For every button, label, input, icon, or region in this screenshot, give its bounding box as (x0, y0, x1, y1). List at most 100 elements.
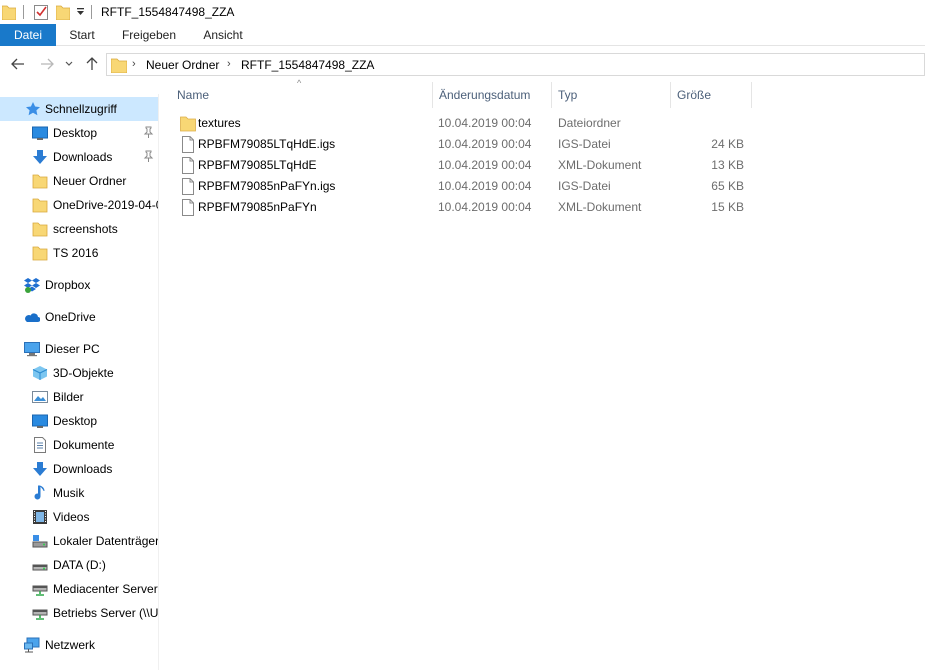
pin-icon[interactable] (142, 126, 154, 138)
sidebar-item-label: Betriebs Server (\\U (53, 606, 158, 620)
properties-icon[interactable] (34, 4, 48, 23)
list-item[interactable]: textures 10.04.2019 00:04 Dateiordner (159, 113, 759, 134)
network-drive-icon (32, 585, 48, 596)
star-icon (26, 102, 40, 116)
file-type: XML-Dokument (558, 200, 642, 214)
forward-button[interactable] (37, 54, 57, 74)
chevron-down-icon (65, 61, 73, 66)
sidebar-item-label: Lokaler Datenträger (53, 534, 158, 548)
network-icon (24, 637, 40, 653)
sidebar-item-downloads-pc[interactable]: Downloads (0, 457, 158, 481)
breadcrumb-neuer-ordner[interactable]: Neuer Ordner (146, 58, 219, 72)
toolbar-separator (91, 5, 92, 19)
sidebar-item-label: Schnellzugriff (45, 102, 117, 116)
sidebar-item-dropbox[interactable]: Dropbox (0, 273, 158, 297)
file-name: RPBFM79085LTqHdE.igs (198, 137, 336, 151)
file-type: Dateiordner (558, 116, 621, 130)
video-icon (33, 510, 47, 524)
navigation-pane: Schnellzugriff Desktop Downloads Neuer O… (0, 94, 158, 670)
back-button[interactable] (8, 54, 28, 74)
sidebar-item-desktop-pc[interactable]: Desktop (0, 409, 158, 433)
up-button[interactable] (82, 54, 102, 74)
file-icon (182, 199, 194, 216)
sidebar-item-label: TS 2016 (53, 246, 99, 260)
column-header-type[interactable]: Typ (552, 80, 670, 110)
sidebar-item-ts-2016[interactable]: TS 2016 (0, 241, 158, 265)
address-bar[interactable]: › Neuer Ordner › RFTF_1554847498_ZZA (106, 53, 925, 76)
tab-datei[interactable]: Datei (0, 24, 56, 46)
sidebar-item-netzwerk[interactable]: Netzwerk (0, 633, 158, 657)
sidebar-item-videos[interactable]: Videos (0, 505, 158, 529)
cube-icon (32, 366, 48, 380)
file-name: RPBFM79085nPaFYn (198, 200, 317, 214)
file-size: 13 KB (711, 158, 744, 172)
tab-freigeben[interactable]: Freigeben (116, 24, 182, 46)
sidebar-item-label: 3D-Objekte (53, 366, 114, 380)
breadcrumb-chevron-icon: › (132, 58, 136, 70)
recent-locations-button[interactable] (62, 54, 76, 74)
pictures-icon (32, 391, 48, 403)
sidebar-item-onedrive[interactable]: OneDrive (0, 305, 158, 329)
column-header-date[interactable]: Änderungsdatum (433, 80, 551, 110)
sidebar-item-musik[interactable]: Musik (0, 481, 158, 505)
file-name: RPBFM79085LTqHdE (198, 158, 317, 172)
sidebar-item-lokaler-datentraeger[interactable]: Lokaler Datenträger (0, 529, 158, 553)
toolbar-separator (23, 5, 24, 19)
list-item[interactable]: RPBFM79085nPaFYn 10.04.2019 00:04 XML-Do… (159, 197, 759, 218)
tab-start[interactable]: Start (60, 24, 104, 46)
music-icon (34, 485, 45, 500)
column-divider[interactable] (751, 82, 752, 108)
file-size: 24 KB (711, 137, 744, 151)
column-header-size[interactable]: Größe (671, 80, 751, 110)
sidebar-item-mediacenter-server[interactable]: Mediacenter Server (0, 577, 158, 601)
sidebar-item-desktop[interactable]: Desktop (0, 121, 158, 145)
sidebar-item-data-d[interactable]: DATA (D:) (0, 553, 158, 577)
arrow-right-icon (41, 58, 54, 70)
sidebar-item-quick-access[interactable]: Schnellzugriff (0, 97, 158, 121)
sidebar-item-label: OneDrive (45, 310, 96, 324)
sidebar-item-label: Bilder (53, 390, 84, 404)
folder-icon (180, 116, 196, 132)
desktop-icon (32, 126, 48, 140)
list-item[interactable]: RPBFM79085LTqHdE 10.04.2019 00:04 XML-Do… (159, 155, 759, 176)
sidebar-item-label: Downloads (53, 462, 113, 476)
sidebar-item-dokumente[interactable]: Dokumente (0, 433, 158, 457)
file-icon (182, 178, 194, 195)
title-bar: RFTF_1554847498_ZZA (0, 0, 925, 24)
tab-ansicht[interactable]: Ansicht (196, 24, 250, 46)
sidebar-item-bilder[interactable]: Bilder (0, 385, 158, 409)
sidebar-item-label: OneDrive-2019-04-0 (53, 198, 158, 212)
sidebar-item-3d-objekte[interactable]: 3D-Objekte (0, 361, 158, 385)
computer-icon (24, 342, 40, 357)
arrow-up-icon (86, 57, 98, 70)
folder-icon (32, 246, 48, 261)
sidebar-item-label: Neuer Ordner (53, 174, 127, 188)
onedrive-icon (25, 313, 40, 322)
sidebar-item-label: Mediacenter Server (53, 582, 158, 596)
arrow-left-icon (11, 58, 24, 70)
folder-icon (32, 198, 48, 213)
sidebar-item-betriebs-server[interactable]: Betriebs Server (\\U (0, 601, 158, 625)
column-header-name[interactable]: Name (171, 80, 433, 110)
file-date: 10.04.2019 00:04 (438, 158, 532, 172)
file-date: 10.04.2019 00:04 (438, 200, 532, 214)
list-item[interactable]: RPBFM79085nPaFYn.igs 10.04.2019 00:04 IG… (159, 176, 759, 197)
sidebar-item-onedrive-folder[interactable]: OneDrive-2019-04-0 (0, 193, 158, 217)
list-item[interactable]: RPBFM79085LTqHdE.igs 10.04.2019 00:04 IG… (159, 134, 759, 155)
sidebar-item-screenshots[interactable]: screenshots (0, 217, 158, 241)
new-folder-icon[interactable] (55, 4, 71, 23)
column-header: ^ Name Änderungsdatum Typ Größe (159, 78, 925, 110)
download-icon (33, 150, 47, 164)
dropbox-icon (24, 278, 40, 293)
sidebar-item-this-pc[interactable]: Dieser PC (0, 337, 158, 361)
breadcrumb-current-folder[interactable]: RFTF_1554847498_ZZA (241, 58, 374, 72)
download-icon (33, 462, 47, 476)
sidebar-item-label: Dropbox (45, 278, 91, 292)
documents-icon (34, 437, 46, 453)
sidebar-item-downloads[interactable]: Downloads (0, 145, 158, 169)
ribbon-tabs: Datei Start Freigeben Ansicht (0, 24, 925, 46)
customize-toolbar-dropdown-icon[interactable] (76, 6, 85, 20)
folder-icon (32, 222, 48, 237)
sidebar-item-neuer-ordner[interactable]: Neuer Ordner (0, 169, 158, 193)
pin-icon[interactable] (142, 150, 154, 162)
